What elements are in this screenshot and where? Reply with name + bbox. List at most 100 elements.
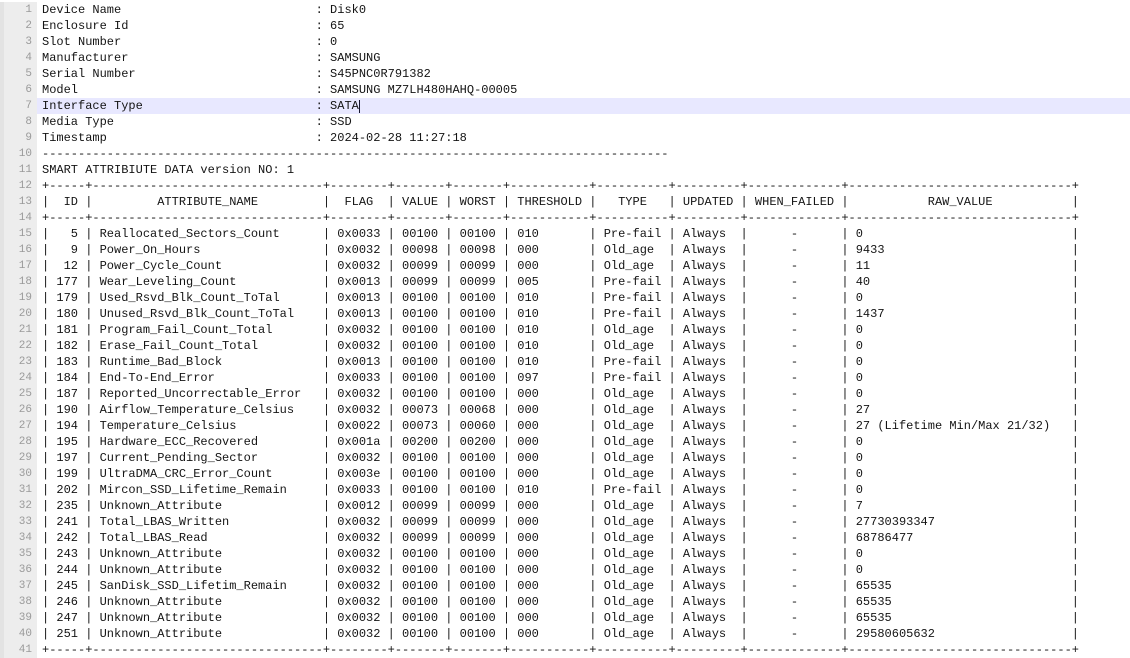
line-number[interactable]: 38 — [0, 594, 37, 610]
line-number[interactable]: 27 — [0, 418, 37, 434]
line-number[interactable]: 13 — [0, 194, 37, 210]
text-caret — [359, 100, 360, 113]
line-text: | 251 | Unknown_Attribute | 0x0032 | 001… — [37, 626, 1130, 642]
line-number[interactable]: 12 — [0, 178, 37, 194]
editor-line[interactable]: 4Manufacturer : SAMSUNG — [0, 50, 1130, 66]
line-text: Manufacturer : SAMSUNG — [37, 50, 1130, 66]
editor-line[interactable]: 15| 5 | Reallocated_Sectors_Count | 0x00… — [0, 226, 1130, 242]
line-number[interactable]: 31 — [0, 482, 37, 498]
editor-line[interactable]: 41+-----+-------------------------------… — [0, 642, 1130, 658]
line-number[interactable]: 17 — [0, 258, 37, 274]
editor-line[interactable]: 17| 12 | Power_Cycle_Count | 0x0032 | 00… — [0, 258, 1130, 274]
editor-line[interactable]: 24| 184 | End-To-End_Error | 0x0033 | 00… — [0, 370, 1130, 386]
line-number[interactable]: 7 — [0, 98, 37, 114]
line-number[interactable]: 11 — [0, 162, 37, 178]
editor-line[interactable]: 11SMART ATTRIBIUTE DATA version NO: 1 — [0, 162, 1130, 178]
line-number[interactable]: 16 — [0, 242, 37, 258]
editor-line[interactable]: 36| 244 | Unknown_Attribute | 0x0032 | 0… — [0, 562, 1130, 578]
editor-line[interactable]: 20| 180 | Unused_Rsvd_Blk_Count_ToTal | … — [0, 306, 1130, 322]
line-number[interactable]: 36 — [0, 562, 37, 578]
line-number[interactable]: 1 — [0, 2, 37, 18]
line-number[interactable]: 34 — [0, 530, 37, 546]
line-number[interactable]: 25 — [0, 386, 37, 402]
editor-line[interactable]: 1Device Name : Disk0 — [0, 2, 1130, 18]
line-number[interactable]: 39 — [0, 610, 37, 626]
editor-line[interactable]: 13| ID | ATTRIBUTE_NAME | FLAG | VALUE |… — [0, 194, 1130, 210]
editor-line[interactable]: 35| 243 | Unknown_Attribute | 0x0032 | 0… — [0, 546, 1130, 562]
line-number[interactable]: 10 — [0, 146, 37, 162]
line-number[interactable]: 18 — [0, 274, 37, 290]
line-number[interactable]: 23 — [0, 354, 37, 370]
editor-line[interactable]: 33| 241 | Total_LBAS_Written | 0x0032 | … — [0, 514, 1130, 530]
line-number[interactable]: 30 — [0, 466, 37, 482]
line-number[interactable]: 21 — [0, 322, 37, 338]
editor-line[interactable]: 25| 187 | Reported_Uncorrectable_Error |… — [0, 386, 1130, 402]
editor-line[interactable]: 19| 179 | Used_Rsvd_Blk_Count_ToTal | 0x… — [0, 290, 1130, 306]
line-text: | 181 | Program_Fail_Count_Total | 0x003… — [37, 322, 1130, 338]
editor-line[interactable]: 39| 247 | Unknown_Attribute | 0x0032 | 0… — [0, 610, 1130, 626]
editor-line[interactable]: 27| 194 | Temperature_Celsius | 0x0022 |… — [0, 418, 1130, 434]
line-number[interactable]: 28 — [0, 434, 37, 450]
editor-line[interactable]: 38| 246 | Unknown_Attribute | 0x0032 | 0… — [0, 594, 1130, 610]
editor-line[interactable]: 31| 202 | Mircon_SSD_Lifetime_Remain | 0… — [0, 482, 1130, 498]
line-text: | 182 | Erase_Fail_Count_Total | 0x0032 … — [37, 338, 1130, 354]
line-number[interactable]: 29 — [0, 450, 37, 466]
line-number[interactable]: 9 — [0, 130, 37, 146]
editor-line[interactable]: 28| 195 | Hardware_ECC_Recovered | 0x001… — [0, 434, 1130, 450]
editor-line[interactable]: 40| 251 | Unknown_Attribute | 0x0032 | 0… — [0, 626, 1130, 642]
line-number[interactable]: 37 — [0, 578, 37, 594]
line-number[interactable]: 24 — [0, 370, 37, 386]
editor-line[interactable]: 6Model : SAMSUNG MZ7LH480HAHQ-00005 — [0, 82, 1130, 98]
editor-line[interactable]: 30| 199 | UltraDMA_CRC_Error_Count | 0x0… — [0, 466, 1130, 482]
editor-line[interactable]: 2Enclosure Id : 65 — [0, 18, 1130, 34]
editor-line[interactable]: 21| 181 | Program_Fail_Count_Total | 0x0… — [0, 322, 1130, 338]
line-number[interactable]: 33 — [0, 514, 37, 530]
line-number[interactable]: 19 — [0, 290, 37, 306]
line-number[interactable]: 4 — [0, 50, 37, 66]
editor-line[interactable]: 29| 197 | Current_Pending_Sector | 0x003… — [0, 450, 1130, 466]
editor-line[interactable]: 23| 183 | Runtime_Bad_Block | 0x0013 | 0… — [0, 354, 1130, 370]
editor-line[interactable]: 3Slot Number : 0 — [0, 34, 1130, 50]
editor-line[interactable]: 12+-----+-------------------------------… — [0, 178, 1130, 194]
line-text: Model : SAMSUNG MZ7LH480HAHQ-00005 — [37, 82, 1130, 98]
line-text: | ID | ATTRIBUTE_NAME | FLAG | VALUE | W… — [37, 194, 1130, 210]
line-number[interactable]: 32 — [0, 498, 37, 514]
line-number[interactable]: 22 — [0, 338, 37, 354]
line-number[interactable]: 40 — [0, 626, 37, 642]
editor-line[interactable]: 10--------------------------------------… — [0, 146, 1130, 162]
editor-line[interactable]: 32| 235 | Unknown_Attribute | 0x0012 | 0… — [0, 498, 1130, 514]
line-number[interactable]: 5 — [0, 66, 37, 82]
line-number[interactable]: 41 — [0, 642, 37, 658]
editor-line[interactable]: 8Media Type : SSD — [0, 114, 1130, 130]
editor-line[interactable]: 37| 245 | SanDisk_SSD_Lifetim_Remain | 0… — [0, 578, 1130, 594]
editor-line[interactable]: 22| 182 | Erase_Fail_Count_Total | 0x003… — [0, 338, 1130, 354]
editor-line-current[interactable]: 7Interface Type : SATA — [0, 98, 1130, 114]
editor-line[interactable]: 14+-----+-------------------------------… — [0, 210, 1130, 226]
text-editor[interactable]: 1Device Name : Disk02Enclosure Id : 653S… — [0, 0, 1130, 658]
line-number[interactable]: 3 — [0, 34, 37, 50]
editor-line[interactable]: 5Serial Number : S45PNC0R791382 — [0, 66, 1130, 82]
line-text: | 243 | Unknown_Attribute | 0x0032 | 001… — [37, 546, 1130, 562]
editor-line[interactable]: 9Timestamp : 2024-02-28 11:27:18 — [0, 130, 1130, 146]
line-number[interactable]: 14 — [0, 210, 37, 226]
editor-line[interactable]: 18| 177 | Wear_Leveling_Count | 0x0013 |… — [0, 274, 1130, 290]
line-number[interactable]: 6 — [0, 82, 37, 98]
line-text: Interface Type : SATA — [37, 98, 1130, 114]
editor-line[interactable]: 26| 190 | Airflow_Temperature_Celsius | … — [0, 402, 1130, 418]
line-text: ----------------------------------------… — [37, 146, 1130, 162]
line-number[interactable]: 15 — [0, 226, 37, 242]
line-text: SMART ATTRIBIUTE DATA version NO: 1 — [37, 162, 1130, 178]
line-number[interactable]: 2 — [0, 18, 37, 34]
line-text: | 183 | Runtime_Bad_Block | 0x0013 | 001… — [37, 354, 1130, 370]
line-number[interactable]: 20 — [0, 306, 37, 322]
line-text: Device Name : Disk0 — [37, 2, 1130, 18]
editor-line[interactable]: 16| 9 | Power_On_Hours | 0x0032 | 00098 … — [0, 242, 1130, 258]
line-text: Enclosure Id : 65 — [37, 18, 1130, 34]
line-number[interactable]: 8 — [0, 114, 37, 130]
line-number[interactable]: 26 — [0, 402, 37, 418]
line-text: | 242 | Total_LBAS_Read | 0x0032 | 00099… — [37, 530, 1130, 546]
line-text: Slot Number : 0 — [37, 34, 1130, 50]
line-number[interactable]: 35 — [0, 546, 37, 562]
editor-line[interactable]: 34| 242 | Total_LBAS_Read | 0x0032 | 000… — [0, 530, 1130, 546]
line-text: | 5 | Reallocated_Sectors_Count | 0x0033… — [37, 226, 1130, 242]
